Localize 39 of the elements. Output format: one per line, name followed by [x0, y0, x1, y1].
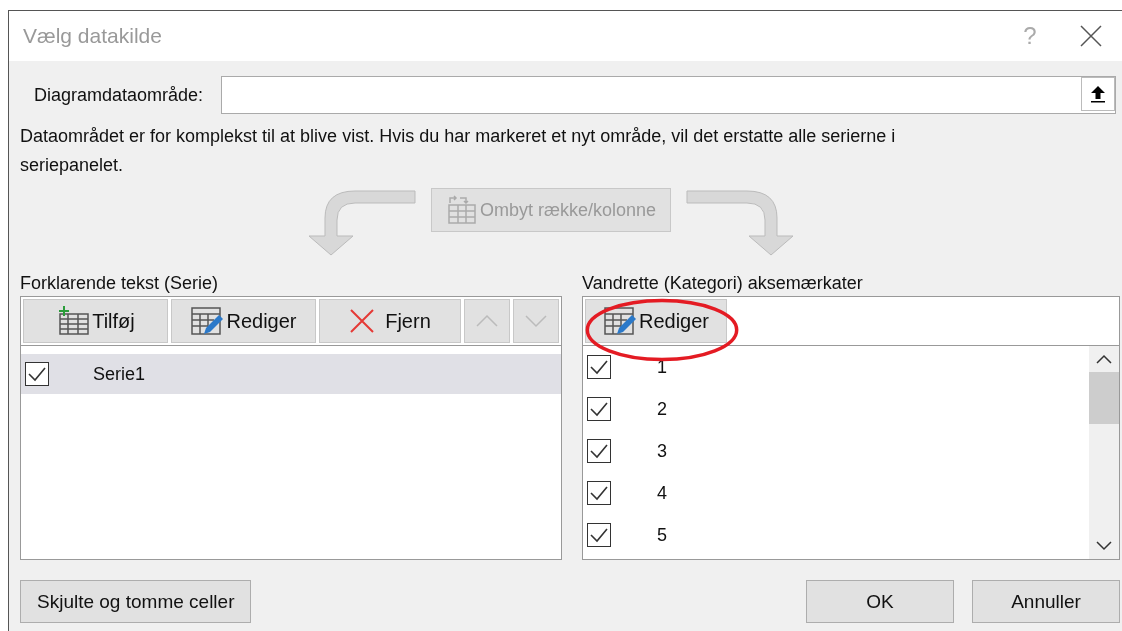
- collapse-button[interactable]: [1081, 77, 1115, 111]
- category-label: 2: [657, 398, 667, 420]
- scrollbar[interactable]: [1089, 346, 1119, 559]
- checkbox[interactable]: [587, 439, 611, 463]
- checkbox[interactable]: [25, 362, 49, 386]
- scroll-down-icon[interactable]: [1096, 541, 1112, 551]
- ok-button[interactable]: OK: [806, 580, 954, 623]
- remove-button[interactable]: Fjern: [319, 299, 461, 343]
- edit-table-icon: [190, 306, 225, 336]
- category-label: 4: [657, 482, 667, 504]
- chevron-up-icon: [476, 314, 498, 328]
- panel-title: Vandrette (Kategori) aksemærkater: [582, 272, 864, 295]
- delete-x-icon: [349, 308, 376, 334]
- range-input-field[interactable]: [221, 76, 1116, 114]
- swap-table-icon: [445, 195, 478, 225]
- scroll-up-icon[interactable]: [1096, 354, 1112, 364]
- category-label: 3: [657, 440, 667, 462]
- edit-button[interactable]: Rediger: [171, 299, 316, 343]
- scroll-thumb[interactable]: [1089, 372, 1119, 424]
- edit-button[interactable]: Rediger: [585, 299, 727, 343]
- checkbox[interactable]: [587, 355, 611, 379]
- edit-table-icon: [602, 306, 637, 336]
- checkbox[interactable]: [587, 523, 611, 547]
- add-button[interactable]: Tilføj: [23, 299, 168, 343]
- panel-title: Forklarende tekst (Serie): [20, 272, 220, 295]
- up-arrow-icon: [1090, 85, 1106, 103]
- checkbox[interactable]: [587, 481, 611, 505]
- message-text: Dataområdet er for komplekst til at blive vist. Hvis du har markeret et nyt område, vil det erstatte alle serierne i seriepanelet.: [20, 125, 897, 177]
- chevron-down-icon: [525, 314, 547, 328]
- series-item[interactable]: Serie1: [21, 354, 561, 394]
- hidden-cells-button[interactable]: Skjulte og tomme celler: [20, 580, 252, 623]
- category-label: 5: [657, 524, 667, 546]
- close-icon: [1080, 25, 1102, 47]
- window-title: Vælg datakilde: [23, 24, 163, 48]
- field-label: Diagramdataområde:: [33, 84, 204, 106]
- add-table-icon: [56, 306, 91, 336]
- cancel-button[interactable]: Annuller: [972, 580, 1120, 623]
- series-name: Serie1: [93, 363, 146, 385]
- checkbox[interactable]: [587, 397, 611, 421]
